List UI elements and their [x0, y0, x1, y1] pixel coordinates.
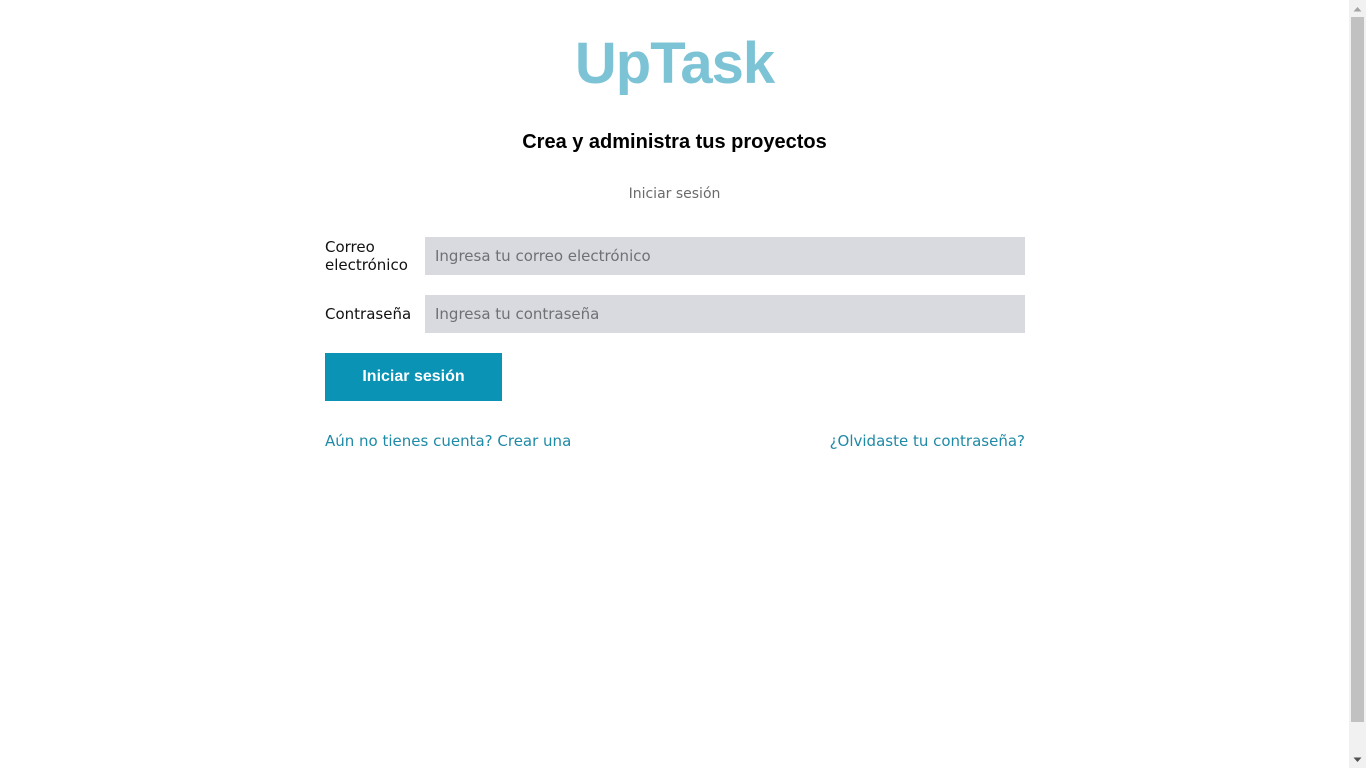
email-field-row: Correo electrónico	[325, 237, 1025, 275]
password-field-row: Contraseña	[325, 295, 1025, 333]
scroll-down-arrow-icon[interactable]	[1349, 751, 1366, 768]
password-input[interactable]	[425, 295, 1025, 333]
scrollbar-thumb[interactable]	[1351, 17, 1364, 722]
email-label: Correo electrónico	[325, 238, 408, 274]
password-label: Contraseña	[325, 305, 412, 323]
login-form: Correo electrónico Contraseña Iniciar se…	[325, 237, 1025, 401]
forgot-password-link[interactable]: ¿Olvidaste tu contraseña?	[830, 430, 1025, 452]
app-logo: UpTask	[574, 31, 775, 96]
page-subtitle: Iniciar sesión	[628, 186, 721, 202]
email-input[interactable]	[425, 237, 1025, 275]
page-tagline: Crea y administra tus proyectos	[522, 131, 827, 153]
login-page: UpTask Crea y administra tus proyectos I…	[0, 0, 1366, 768]
vertical-scrollbar[interactable]	[1349, 0, 1366, 768]
login-button[interactable]: Iniciar sesión	[325, 353, 502, 401]
form-links: Aún no tienes cuenta? Crear una ¿Olvidas…	[325, 430, 1025, 452]
scroll-up-arrow-icon[interactable]	[1349, 0, 1366, 17]
register-link[interactable]: Aún no tienes cuenta? Crear una	[325, 430, 571, 452]
main-content: UpTask Crea y administra tus proyectos I…	[0, 0, 1349, 768]
